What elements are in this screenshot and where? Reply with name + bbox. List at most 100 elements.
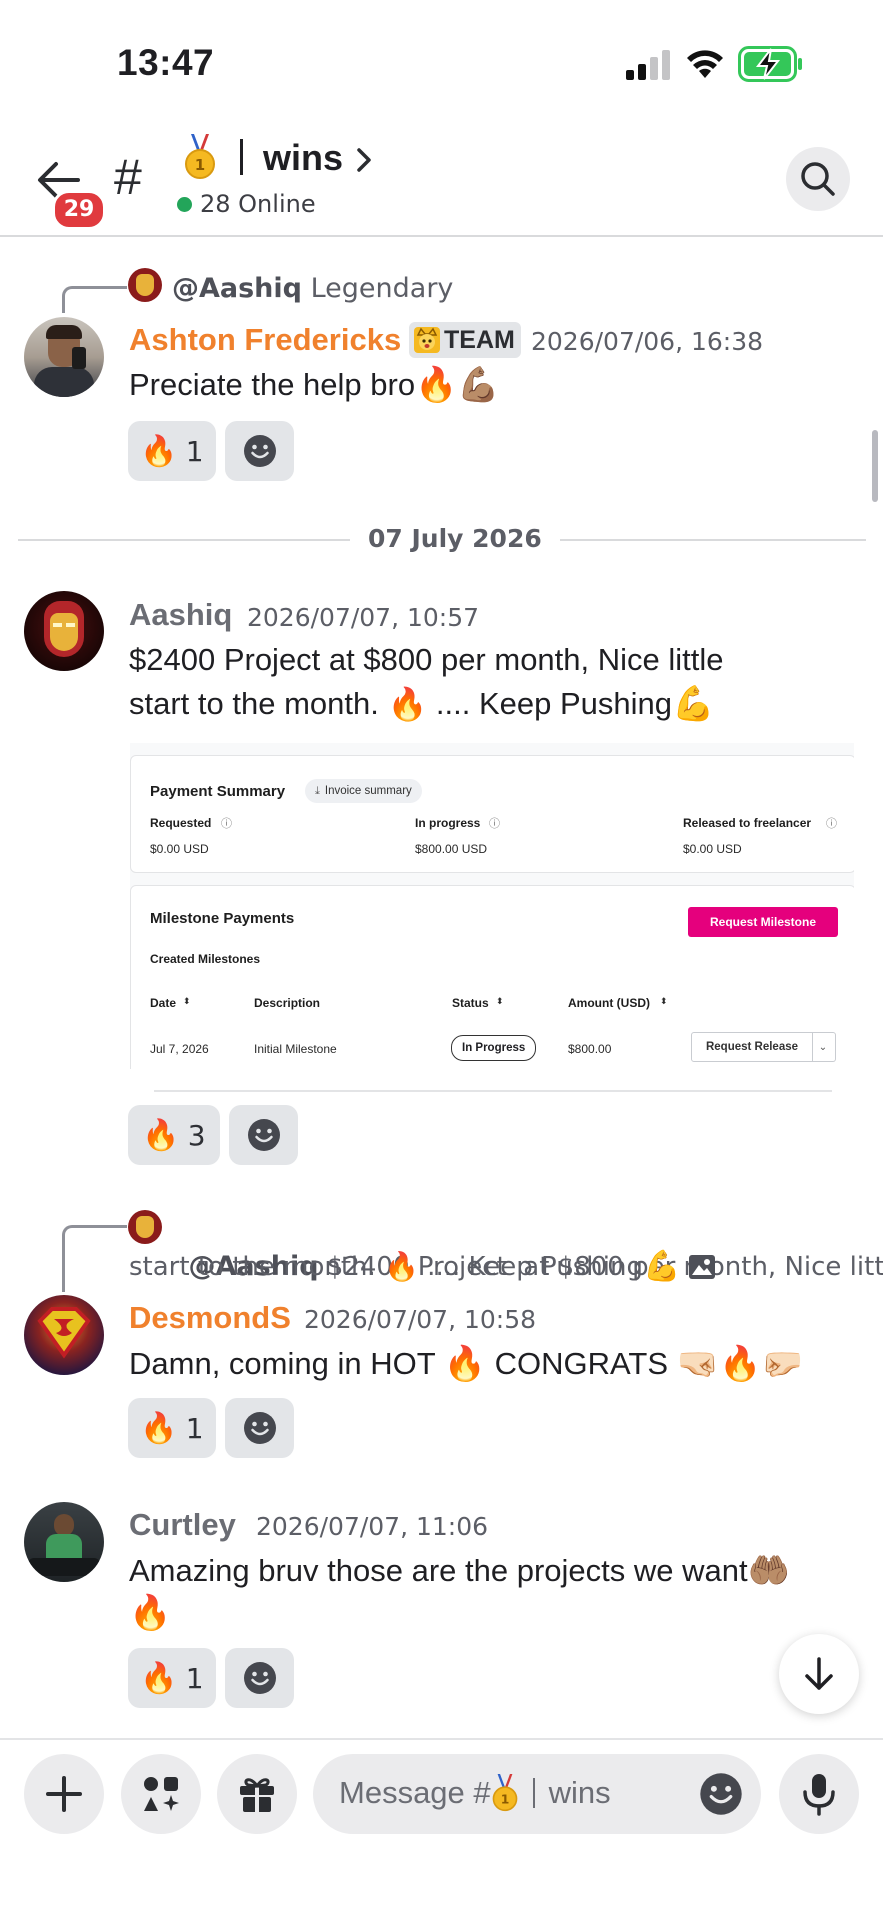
message-content[interactable]: start to the month. 🔥 .... Keep Pushing … [129, 682, 714, 726]
request-release-button: Request Release [691, 1032, 813, 1062]
svg-text:1: 1 [195, 156, 205, 174]
sort-icon: ⬍ [496, 996, 504, 1006]
reaction-chip[interactable]: 🔥 1 [128, 1398, 216, 1458]
requested-label: Requested [150, 816, 212, 830]
smiley-icon [700, 1773, 742, 1815]
invoice-summary-label: Invoice summary [324, 785, 412, 797]
add-reaction-button[interactable] [229, 1105, 298, 1165]
add-reaction-button[interactable] [225, 421, 294, 481]
chevron-down-icon: ⌄ [811, 1032, 836, 1062]
add-reaction-button[interactable] [225, 1648, 294, 1708]
reply-avatar [128, 1210, 162, 1244]
fire-emoji-icon: 🔥 [140, 433, 178, 469]
message-timestamp: 2026/07/07, 10:57 [247, 603, 480, 632]
reply-user: @Aashiq [172, 273, 302, 304]
svg-text:1: 1 [500, 1793, 509, 1807]
fire-emoji-icon: 🔥 [387, 686, 428, 722]
chevron-right-icon[interactable] [355, 147, 373, 173]
reply-connector [62, 1225, 127, 1292]
message-content[interactable]: Damn, coming in HOT 🔥 CONGRATS 🤜🏻🔥🤛🏻 [129, 1342, 804, 1386]
voice-message-button[interactable] [779, 1754, 859, 1834]
screenshot-attachment[interactable]: Payment Summary ⤓ Invoice summary Reques… [130, 743, 854, 1069]
reply-preview[interactable]: @Aashiq Legendary [172, 270, 453, 308]
cellular-signal-icon [626, 50, 670, 80]
avatar[interactable] [24, 1502, 104, 1582]
emoji-picker-button[interactable] [699, 1772, 743, 1820]
gift-button[interactable] [217, 1754, 297, 1834]
message-text: Damn, coming in HOT [129, 1346, 444, 1381]
add-attachment-button[interactable] [24, 1754, 104, 1834]
reply-snippet: start to the month. [129, 1252, 385, 1282]
message-timestamp: 2026/07/06, 16:38 [531, 327, 764, 356]
unread-badge: 29 [52, 190, 106, 230]
reaction-chip[interactable]: 🔥 1 [128, 421, 216, 481]
message-author[interactable]: Aashiq [129, 597, 232, 633]
help-icon: ⓘ [221, 818, 232, 830]
reaction-chip[interactable]: 🔥 1 [128, 1648, 216, 1708]
jump-to-latest-button[interactable] [779, 1634, 859, 1714]
payment-summary-card: Payment Summary ⤓ Invoice summary Reques… [130, 755, 854, 873]
help-icon: ⓘ [826, 818, 837, 830]
message-author[interactable]: Ashton Fredericks [129, 322, 401, 358]
avatar[interactable] [24, 591, 104, 671]
status-badge: In Progress [451, 1035, 537, 1061]
gold-medal-icon: 1 [185, 134, 215, 179]
sort-icon: ⬍ [183, 996, 191, 1006]
flexed-bicep-emoji-icon: 💪 [672, 685, 715, 723]
column-date: Date [150, 996, 177, 1010]
message-timestamp: 2026/07/07, 11:06 [256, 1512, 489, 1541]
role-tag-label: TEAM [444, 325, 515, 354]
message-author[interactable]: Curtley [129, 1507, 236, 1543]
reply-connector [62, 286, 127, 313]
placeholder-channel: wins [548, 1775, 611, 1810]
message-timestamp: 2026/07/07, 10:58 [304, 1305, 537, 1334]
add-reaction-button[interactable] [225, 1398, 294, 1458]
payment-summary-title: Payment Summary [150, 783, 286, 800]
status-time: 13:47 [117, 42, 215, 83]
message-placeholder: Message # 1 wins [339, 1774, 611, 1812]
message-text[interactable]: $2400 Project at $800 per month, Nice li… [129, 638, 724, 682]
scrollbar[interactable] [872, 430, 878, 502]
fire-emoji-icon: 🔥 [415, 366, 458, 404]
channel-divider [240, 139, 243, 175]
arrow-down-icon [805, 1657, 833, 1690]
fire-emoji-icon: 🔥 [384, 1250, 419, 1283]
date-divider: 07 July 2026 [350, 524, 560, 553]
avatar[interactable] [24, 1295, 104, 1375]
header-divider [0, 235, 883, 237]
message-author[interactable]: DesmondS [129, 1300, 291, 1336]
fire-emoji-icon: 🔥 [129, 1593, 172, 1633]
apps-button[interactable] [121, 1754, 201, 1834]
apps-icon [144, 1777, 179, 1811]
download-icon: ⤓ [315, 784, 320, 797]
flexed-bicep-emoji-icon: 💪 [642, 1249, 681, 1284]
reply-preview[interactable]: start to the month. 🔥 .... Keep Pushing … [129, 1248, 716, 1286]
message-input[interactable]: Message # 1 wins [313, 1754, 761, 1834]
smiley-icon [243, 1412, 276, 1444]
released-value: $0.00 USD [683, 842, 742, 856]
gift-icon [240, 1778, 274, 1812]
battery-charging-icon [738, 46, 802, 82]
channel-name[interactable]: wins [263, 137, 343, 179]
message-text: .... Keep Pushing [427, 686, 673, 721]
message-content[interactable]: Preciate the help bro 🔥 💪🏽 [129, 363, 500, 407]
reaction-chip[interactable]: 🔥 3 [128, 1105, 220, 1165]
search-button[interactable] [786, 147, 850, 211]
channel-divider [532, 1778, 535, 1808]
avatar[interactable] [24, 317, 104, 397]
reaction-count: 1 [185, 1661, 204, 1695]
column-amount: Amount (USD) [568, 996, 650, 1010]
request-milestone-button: Request Milestone [688, 907, 838, 937]
gold-medal-icon: 1 [492, 1774, 517, 1812]
fire-emoji-icon: 🔥 [142, 1117, 180, 1153]
message-text: Preciate the help bro [129, 367, 416, 402]
milestone-payments-card: Milestone Payments Request Milestone Cre… [130, 885, 854, 1069]
reply-avatar [128, 268, 162, 302]
smiley-icon [243, 435, 276, 467]
message-content[interactable]: Amazing bruv those are the projects we w… [129, 1549, 790, 1593]
reply-snippet: Legendary [310, 273, 454, 304]
embed-divider [154, 1090, 832, 1092]
invoice-summary-button: ⤓ Invoice summary [305, 779, 422, 803]
cat-emoji-icon [414, 327, 440, 353]
placeholder-text: Message # [339, 1775, 491, 1810]
